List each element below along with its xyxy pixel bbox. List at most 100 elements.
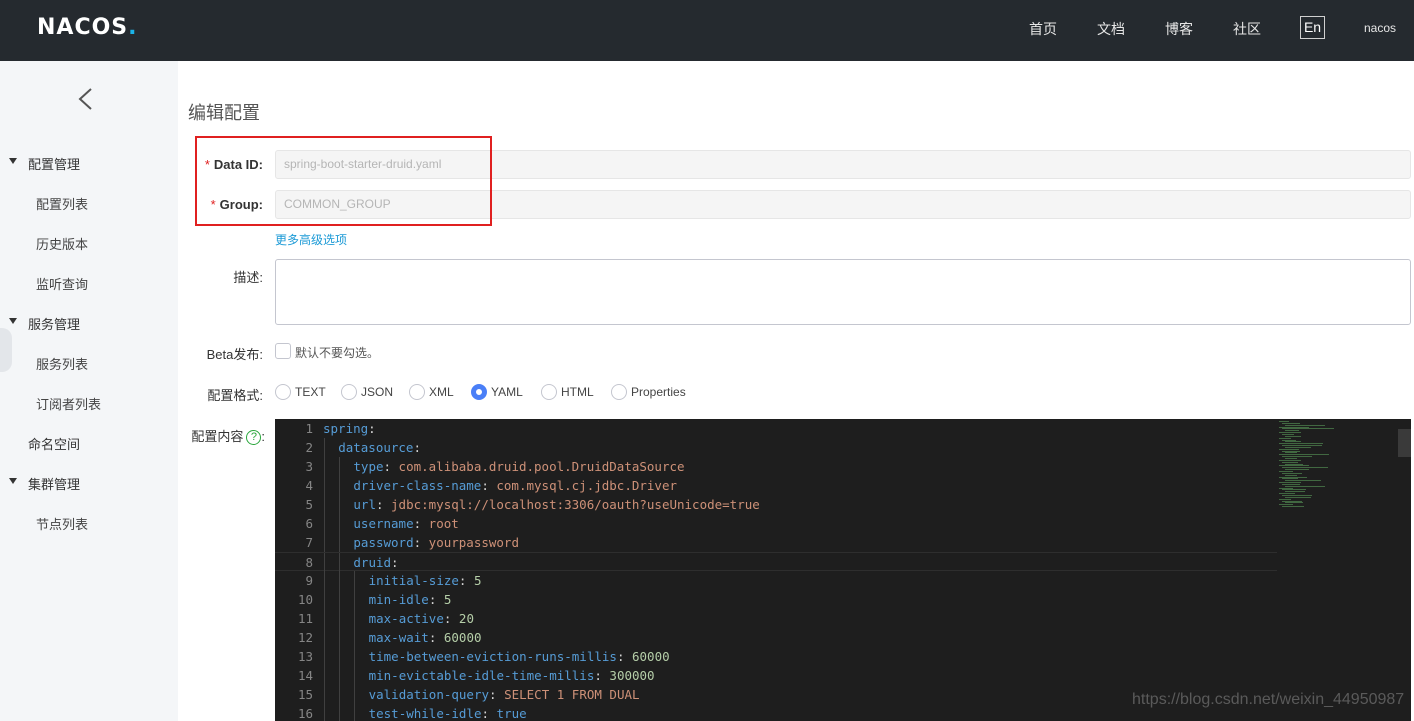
yaml-value: root (421, 516, 459, 531)
format-radio-properties[interactable] (611, 384, 627, 400)
minimap-line (1279, 504, 1293, 506)
sidebar-item-history[interactable]: 历史版本 (36, 234, 88, 253)
sidebar-item-listener-query[interactable]: 监听查询 (36, 274, 88, 293)
format-label-html[interactable]: HTML (561, 385, 594, 399)
advanced-options-link[interactable]: 更多高级选项 (275, 231, 347, 248)
sidebar-item-namespace[interactable]: 命名空间 (28, 434, 80, 453)
indent-guide (324, 457, 325, 476)
indent-guide (354, 628, 356, 647)
editor-scrollbar[interactable] (1398, 429, 1411, 457)
code-line[interactable]: 3 type: com.alibaba.druid.pool.DruidDataS… (275, 457, 1277, 476)
nav-home[interactable]: 首页 (1029, 19, 1057, 39)
language-toggle-button[interactable]: En (1300, 16, 1325, 39)
code-text: max-active: 20 (369, 609, 474, 628)
menu-group-cluster-management[interactable]: 集群管理 (0, 474, 178, 492)
format-label-xml[interactable]: XML (429, 385, 454, 399)
code-text: spring: (323, 419, 376, 438)
indent-guide (354, 685, 356, 704)
yaml-value: 60000 (624, 649, 670, 664)
minimap-line (1285, 485, 1325, 487)
sidebar-item-node-list[interactable]: 节点列表 (36, 514, 88, 533)
collapse-sidebar-icon[interactable] (76, 87, 96, 111)
format-label-json[interactable]: JSON (361, 385, 393, 399)
minimap-line (1285, 480, 1321, 482)
code-line[interactable]: 10 min-idle: 5 (275, 590, 1277, 609)
yaml-key: username (353, 516, 414, 531)
sidebar-item-subscriber-list[interactable]: 订阅者列表 (36, 394, 101, 413)
code-line[interactable]: 2 datasource: (275, 438, 1277, 457)
help-question-icon[interactable]: ? (246, 430, 262, 446)
sidebar-item-service-list[interactable]: 服务列表 (36, 354, 88, 373)
code-text: initial-size: 5 (369, 571, 482, 590)
annotation-highlight-box (195, 136, 492, 226)
yaml-colon: : (413, 535, 422, 550)
minimap-line (1282, 495, 1312, 496)
indent-guide (324, 533, 325, 552)
format-radio-text[interactable] (275, 384, 291, 400)
format-radio-html[interactable] (541, 384, 557, 400)
code-line[interactable]: 8 druid: (275, 552, 1277, 572)
nav-docs[interactable]: 文档 (1097, 19, 1125, 39)
format-label-yaml[interactable]: YAML (491, 385, 523, 399)
line-number: 3 (305, 459, 313, 474)
code-line[interactable]: 13 time-between-eviction-runs-millis: 600… (275, 647, 1277, 666)
minimap-line (1285, 458, 1297, 459)
indent-guide (339, 514, 341, 533)
minimap-line (1282, 445, 1322, 447)
line-number: 7 (305, 535, 313, 550)
format-radio-json[interactable] (341, 384, 357, 400)
indent-guide (354, 609, 356, 628)
format-label-text[interactable]: TEXT (295, 385, 326, 399)
code-line[interactable]: 9 initial-size: 5 (275, 571, 1277, 590)
sidebar-item-config-list[interactable]: 配置列表 (36, 194, 88, 213)
code-line[interactable]: 1 spring: (275, 419, 1277, 438)
sidebar-handle[interactable] (0, 328, 12, 372)
nav-community[interactable]: 社区 (1233, 19, 1261, 39)
expand-caret-icon (9, 478, 17, 484)
editor-minimap[interactable] (1277, 419, 1411, 721)
code-line[interactable]: 16 test-while-idle: true (275, 704, 1277, 721)
beta-checkbox[interactable] (275, 343, 291, 359)
user-name[interactable]: nacos (1364, 21, 1396, 35)
format-radio-yaml[interactable] (471, 384, 487, 400)
menu-group-label: 集群管理 (28, 477, 81, 492)
nacos-logo[interactable]: NACOS. (37, 15, 138, 40)
menu-group-config-management[interactable]: 配置管理 (0, 154, 178, 172)
minimap-line (1285, 469, 1309, 471)
nav-blog[interactable]: 博客 (1165, 19, 1193, 39)
indent-guide (339, 666, 341, 685)
yaml-value: 5 (436, 592, 452, 607)
yaml-key: type (353, 459, 384, 474)
yaml-key: druid (353, 555, 392, 570)
description-textarea[interactable] (275, 259, 1411, 325)
top-navbar: NACOS. 首页 文档 博客 社区 En nacos (0, 0, 1414, 61)
page-title: 编辑配置 (188, 103, 260, 123)
code-line[interactable]: 11 max-active: 20 (275, 609, 1277, 628)
yaml-key: max-active (368, 611, 444, 626)
minimap-line (1279, 482, 1301, 484)
code-line[interactable]: 6 username: root (275, 514, 1277, 533)
yaml-key: test-while-idle (368, 706, 482, 721)
format-radio-xml[interactable] (409, 384, 425, 400)
format-label-properties[interactable]: Properties (631, 385, 686, 399)
indent-guide (339, 628, 341, 647)
code-line[interactable]: 14 min-evictable-idle-time-millis: 300000 (275, 666, 1277, 685)
yaml-key: time-between-eviction-runs-millis (368, 649, 617, 664)
line-number: 5 (305, 497, 313, 512)
indent-guide (324, 590, 325, 609)
expand-caret-icon (9, 318, 17, 324)
minimap-line (1279, 465, 1309, 467)
code-line[interactable]: 15 validation-query: SELECT 1 FROM DUAL (275, 685, 1277, 704)
code-line[interactable]: 5 url: jdbc:mysql://localhost:3306/oauth?… (275, 495, 1277, 514)
indent-guide (354, 571, 356, 590)
yaml-key: driver-class-name (353, 478, 482, 493)
code-editor[interactable]: 1 spring: 2 datasource: 3 type: com.alibaba.d… (275, 419, 1411, 721)
menu-group-label: 配置管理 (28, 157, 81, 172)
indent-guide (324, 647, 325, 666)
minimap-line (1282, 472, 1302, 474)
code-line[interactable]: 12 max-wait: 60000 (275, 628, 1277, 647)
code-line[interactable]: 7 password: yourpassword (275, 533, 1277, 552)
code-line[interactable]: 4 driver-class-name: com.mysql.cj.jdbc.Dr… (275, 476, 1277, 495)
minimap-line (1282, 478, 1298, 480)
menu-group-service-management[interactable]: 服务管理 (0, 314, 178, 332)
